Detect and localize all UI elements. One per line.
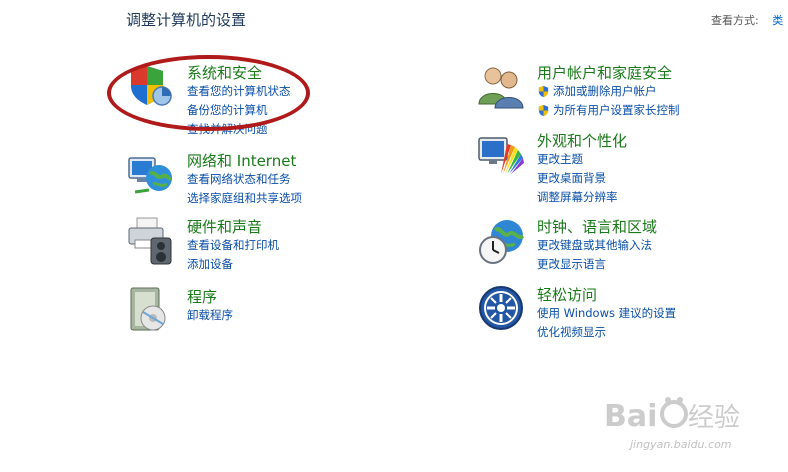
page-title: 调整计算机的设置	[126, 11, 247, 29]
ease-of-access-icon[interactable]	[477, 284, 527, 334]
link-optimize-visual-display[interactable]: 优化视频显示	[537, 323, 676, 342]
svg-text:Bai: Bai	[604, 399, 657, 434]
link-network-status[interactable]: 查看网络状态和任务	[187, 170, 302, 189]
link-recommended-settings[interactable]: 使用 Windows 建议的设置	[537, 304, 676, 323]
link-homegroup-sharing[interactable]: 选择家庭组和共享选项	[187, 189, 302, 208]
category-title-appearance[interactable]: 外观和个性化	[537, 130, 627, 151]
category-title-system-security[interactable]: 系统和安全	[187, 62, 262, 83]
link-parental-controls[interactable]: 为所有用户设置家长控制	[537, 101, 680, 120]
svg-text:经验: 经验	[688, 403, 740, 433]
link-uninstall-program[interactable]: 卸载程序	[187, 306, 233, 325]
category-title-programs[interactable]: 程序	[187, 286, 217, 307]
system-security-icon[interactable]	[127, 62, 177, 112]
programs-icon[interactable]	[127, 286, 177, 336]
link-parental-controls-label: 为所有用户设置家长控制	[553, 103, 680, 117]
link-change-display-language[interactable]: 更改显示语言	[537, 255, 652, 274]
category-title-ease-of-access[interactable]: 轻松访问	[537, 284, 597, 305]
uac-shield-icon	[538, 85, 549, 98]
link-view-computer-status[interactable]: 查看您的计算机状态	[187, 82, 291, 101]
link-troubleshoot[interactable]: 查找并解决问题	[187, 120, 291, 139]
view-by: 查看方式: 类	[711, 12, 783, 28]
link-desktop-background[interactable]: 更改桌面背景	[537, 169, 618, 188]
view-by-dropdown[interactable]: 类	[772, 14, 783, 27]
link-add-device[interactable]: 添加设备	[187, 255, 279, 274]
link-change-theme[interactable]: 更改主题	[537, 150, 618, 169]
category-title-user-accounts[interactable]: 用户帐户和家庭安全	[537, 62, 672, 83]
printer-hardware-icon[interactable]	[127, 216, 177, 266]
clock-globe-icon[interactable]	[477, 216, 527, 266]
category-title-clock-language[interactable]: 时钟、语言和区域	[537, 216, 657, 237]
link-backup-computer[interactable]: 备份您的计算机	[187, 101, 291, 120]
link-devices-printers[interactable]: 查看设备和打印机	[187, 236, 279, 255]
network-globe-icon[interactable]	[127, 150, 177, 200]
user-accounts-icon[interactable]	[477, 62, 527, 112]
watermark-url: jingyan.baidu.com	[630, 438, 732, 451]
category-title-hardware-sound[interactable]: 硬件和声音	[187, 216, 262, 237]
uac-shield-icon	[538, 104, 549, 117]
link-screen-resolution[interactable]: 调整屏幕分辨率	[537, 188, 618, 207]
link-change-keyboard-input[interactable]: 更改键盘或其他输入法	[537, 236, 652, 255]
appearance-monitor-icon[interactable]	[477, 130, 527, 180]
view-by-label: 查看方式:	[711, 14, 759, 27]
link-add-remove-accounts-label: 添加或删除用户帐户	[553, 84, 657, 98]
link-add-remove-accounts[interactable]: 添加或删除用户帐户	[537, 82, 680, 101]
category-title-network[interactable]: 网络和 Internet	[187, 150, 296, 171]
